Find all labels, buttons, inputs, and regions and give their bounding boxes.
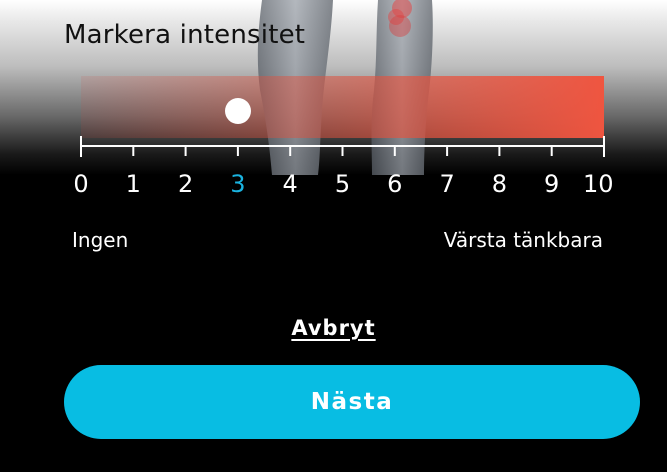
tick-label-5[interactable]: 5 (328, 170, 358, 198)
next-button[interactable]: Nästa (64, 365, 640, 439)
tick-label-6[interactable]: 6 (380, 170, 410, 198)
cancel-label: Avbryt (291, 316, 376, 340)
tick-label-4[interactable]: 4 (275, 170, 305, 198)
tick-label-9[interactable]: 9 (537, 170, 567, 198)
scale-min-label: Ingen (72, 228, 129, 252)
tick-label-7[interactable]: 7 (432, 170, 462, 198)
tick-label-8[interactable]: 8 (484, 170, 514, 198)
tick-label-3[interactable]: 3 (223, 170, 253, 198)
tick-label-10[interactable]: 10 (583, 170, 614, 198)
tick-label-0[interactable]: 0 (66, 170, 96, 198)
tick-label-1[interactable]: 1 (118, 170, 148, 198)
cancel-link[interactable]: Avbryt (0, 316, 667, 340)
scale-max-label: Värsta tänkbara (443, 228, 603, 252)
tick-label-2[interactable]: 2 (171, 170, 201, 198)
